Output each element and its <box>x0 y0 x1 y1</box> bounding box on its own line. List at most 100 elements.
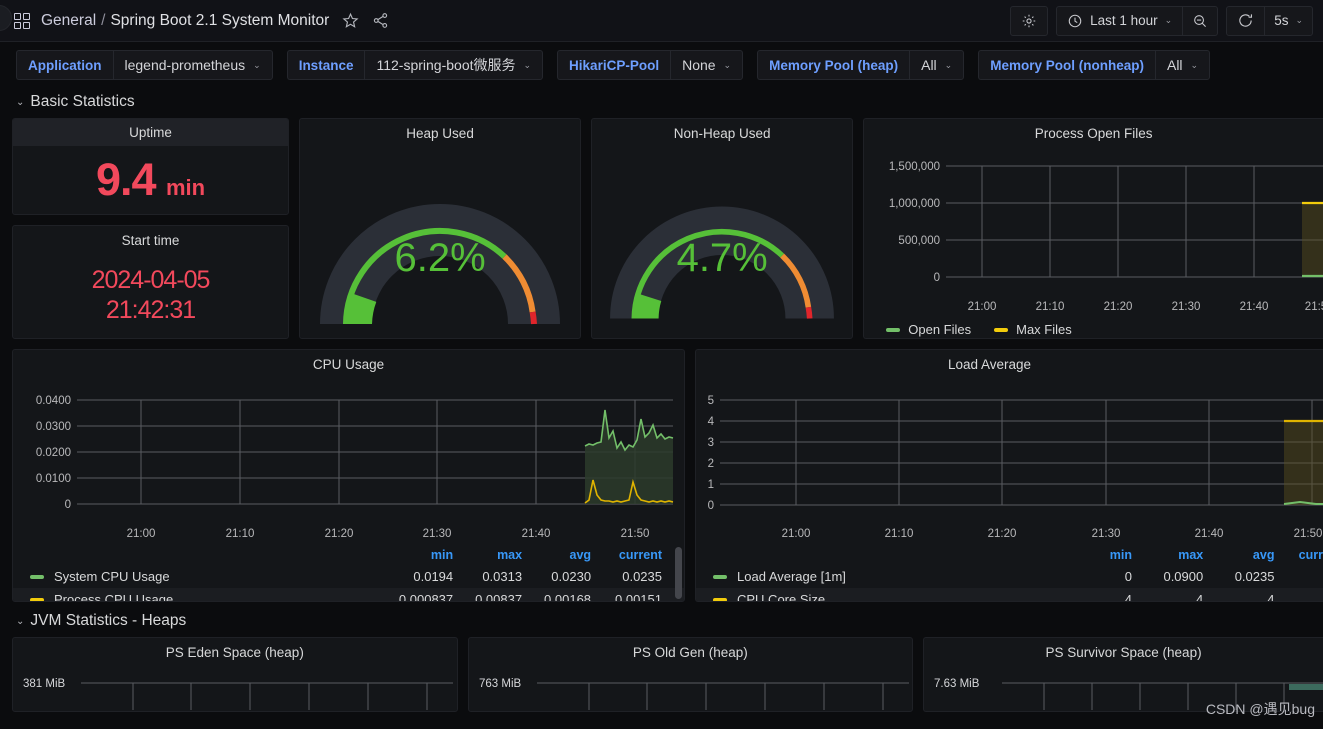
variable-value-memory-pool-nonheap: All <box>1166 57 1183 73</box>
panel-title-uptime: Uptime <box>13 119 289 146</box>
legend-series-name-cell: Process CPU Usage <box>20 592 376 601</box>
legend-series-name-cell: CPU Core Size <box>703 592 1084 601</box>
star-icon[interactable] <box>342 12 359 29</box>
dashboard-settings-button[interactable] <box>1010 5 1049 36</box>
uptime-unit: min <box>165 175 206 200</box>
ytick-label: 0.0100 <box>36 473 71 485</box>
legend-value-current <box>1281 565 1323 588</box>
legend-label: CPU Core Size <box>737 592 826 601</box>
legend-col-avg[interactable]: avg <box>529 545 598 565</box>
legend-row[interactable]: System CPU Usage 0.0194 0.0313 0.0230 0.… <box>13 565 684 588</box>
legend-col-current[interactable]: curr <box>1281 545 1323 565</box>
ytick-label: 0.0200 <box>36 447 71 459</box>
chevron-down-icon: ⌄ <box>1190 59 1199 70</box>
variable-picker-application[interactable]: legend-prometheus ⌄ <box>112 50 273 80</box>
legend-table-load-average: min max avg curr Load Average [1m] 0 0.0… <box>696 545 1323 601</box>
ytick-label: 5 <box>708 395 714 407</box>
legend-col-avg[interactable]: avg <box>1210 545 1281 565</box>
variable-value-hikaricp-pool: None <box>682 57 716 73</box>
refresh-button[interactable] <box>1227 7 1264 35</box>
uptime-number: 9.4 <box>95 154 157 205</box>
variable-value-instance: 112-spring-boot微服务 <box>376 57 516 73</box>
chevron-down-icon: ⌄ <box>253 59 261 70</box>
xtick-label: 21:20 <box>325 528 354 540</box>
legend-header-row: min max avg current <box>13 545 684 565</box>
legend-label: Max Files <box>1016 322 1072 337</box>
variable-picker-hikaricp-pool[interactable]: None ⌄ <box>670 50 744 80</box>
panel-uptime[interactable]: Uptime 9.4 min <box>12 118 290 215</box>
variable-picker-memory-pool-heap[interactable]: All ⌄ <box>909 50 965 80</box>
xtick-label: 21:40 <box>522 528 551 540</box>
ytick-label: 500,000 <box>899 235 941 247</box>
ytick-label: 0 <box>708 500 714 512</box>
xtick-label: 21:10 <box>885 528 914 540</box>
panel-ps-eden-space[interactable]: PS Eden Space (heap) 381 MiB <box>12 637 458 712</box>
ytick-label: 0 <box>65 499 71 511</box>
gauge-nonheap-used: 4.7% <box>592 145 852 338</box>
series-color-swatch <box>713 574 727 579</box>
row-header-jvm-statistics-heaps[interactable]: ⌄ JVM Statistics - Heaps <box>0 602 1323 637</box>
panel-cpu-usage[interactable]: CPU Usage 0.0400 0.0300 0.0200 0.0100 0 <box>12 349 685 602</box>
legend-header-row: min max avg curr <box>696 545 1323 565</box>
legend-row[interactable]: Process CPU Usage 0.000837 0.00837 0.001… <box>13 588 684 601</box>
ytick-label: 3 <box>708 437 714 449</box>
ytick-label: 2 <box>708 458 714 470</box>
grid-apps-icon[interactable] <box>14 12 30 29</box>
legend-col-current[interactable]: current <box>598 545 684 565</box>
panel-start-time[interactable]: Start time 2024-04-05 21:42:31 <box>12 225 290 339</box>
legend-col-min[interactable]: min <box>383 545 460 565</box>
legend-table-cpu-usage: min max avg current System CPU Usage 0.0… <box>13 545 684 601</box>
breadcrumb-folder[interactable]: General <box>41 12 96 29</box>
legend-item[interactable]: Open Files <box>886 322 971 337</box>
panel-nonheap-used[interactable]: Non-Heap Used 4.7% <box>591 118 854 339</box>
share-icon[interactable] <box>372 12 389 29</box>
legend-scrollbar[interactable] <box>675 547 682 599</box>
chevron-down-icon: ⌄ <box>944 59 953 70</box>
nonheap-used-value: 4.7% <box>676 235 768 280</box>
panel-row-1: Uptime 9.4 min Start time 2024-04-05 21:… <box>12 118 1323 339</box>
panel-title-start-time: Start time <box>121 233 180 248</box>
xtick-label: 21:5 <box>1305 301 1323 313</box>
ytick-label: 0.0400 <box>36 395 71 407</box>
legend-col-max[interactable]: max <box>460 545 529 565</box>
chevron-down-icon: ⌄ <box>523 59 532 70</box>
sidebar-toggle[interactable] <box>0 5 12 31</box>
panel-process-open-files[interactable]: Process Open Files 1,500,000 1,000,000 5… <box>863 118 1323 339</box>
legend-value-avg: 0.00168 <box>529 588 599 601</box>
panel-load-average[interactable]: Load Average 5 4 3 2 1 0 21:00 21:10 21:… <box>695 349 1323 602</box>
legend-row[interactable]: Load Average [1m] 0 0.0900 0.0235 <box>696 565 1323 588</box>
legend-item[interactable]: Max Files <box>994 322 1072 337</box>
legend-value-min: 0.0194 <box>413 569 454 584</box>
legend-col-min[interactable]: min <box>1091 545 1139 565</box>
row-header-basic-statistics[interactable]: ⌄ Basic Statistics <box>0 89 1323 118</box>
xtick-label: 21:00 <box>968 301 997 313</box>
variable-picker-memory-pool-nonheap[interactable]: All ⌄ <box>1154 50 1211 80</box>
series-color-swatch <box>886 327 901 332</box>
xtick-label: 21:20 <box>1104 301 1133 313</box>
template-variables-bar: Application legend-prometheus ⌄ Instance… <box>0 42 1323 89</box>
row-title: Basic Statistics <box>30 93 135 110</box>
panel-title-process-open-files: Process Open Files <box>1034 126 1153 141</box>
legend-value-current <box>1281 588 1323 601</box>
legend-label: Process CPU Usage <box>54 592 174 601</box>
variable-picker-instance[interactable]: 112-spring-boot微服务 ⌄ <box>364 50 544 80</box>
legend-row[interactable]: CPU Core Size 4 4 4 <box>696 588 1323 601</box>
panel-row-3: PS Eden Space (heap) 381 MiB PS Old Gen … <box>12 637 1323 712</box>
panel-row-2: CPU Usage 0.0400 0.0300 0.0200 0.0100 0 <box>12 349 1323 602</box>
zoom-out-time-button[interactable] <box>1182 6 1217 35</box>
chart-ps-old-gen: 763 MiB <box>479 678 909 710</box>
variable-label-hikaricp-pool: HikariCP-Pool <box>557 50 671 80</box>
time-range-picker[interactable]: Last 1 hour ⌄ <box>1057 7 1182 35</box>
chevron-down-icon: ⌄ <box>1295 15 1303 25</box>
legend-col-max[interactable]: max <box>1139 545 1210 565</box>
panel-ps-old-gen[interactable]: PS Old Gen (heap) 763 MiB <box>467 637 914 712</box>
panel-heap-used[interactable]: Heap Used 6.2% <box>299 118 582 339</box>
legend-value-min: 0 <box>1124 569 1132 584</box>
legend-value-min: 0.000837 <box>383 588 461 601</box>
ytick-label: 1,500,000 <box>889 161 940 173</box>
clock-icon <box>1068 14 1082 27</box>
legend-value-avg: 4 <box>1210 588 1282 601</box>
breadcrumb: General / Spring Boot 2.1 System Monitor <box>41 12 329 30</box>
legend-value-current: 0.00151 <box>598 588 684 601</box>
refresh-interval-picker[interactable]: 5s ⌄ <box>1264 6 1312 35</box>
